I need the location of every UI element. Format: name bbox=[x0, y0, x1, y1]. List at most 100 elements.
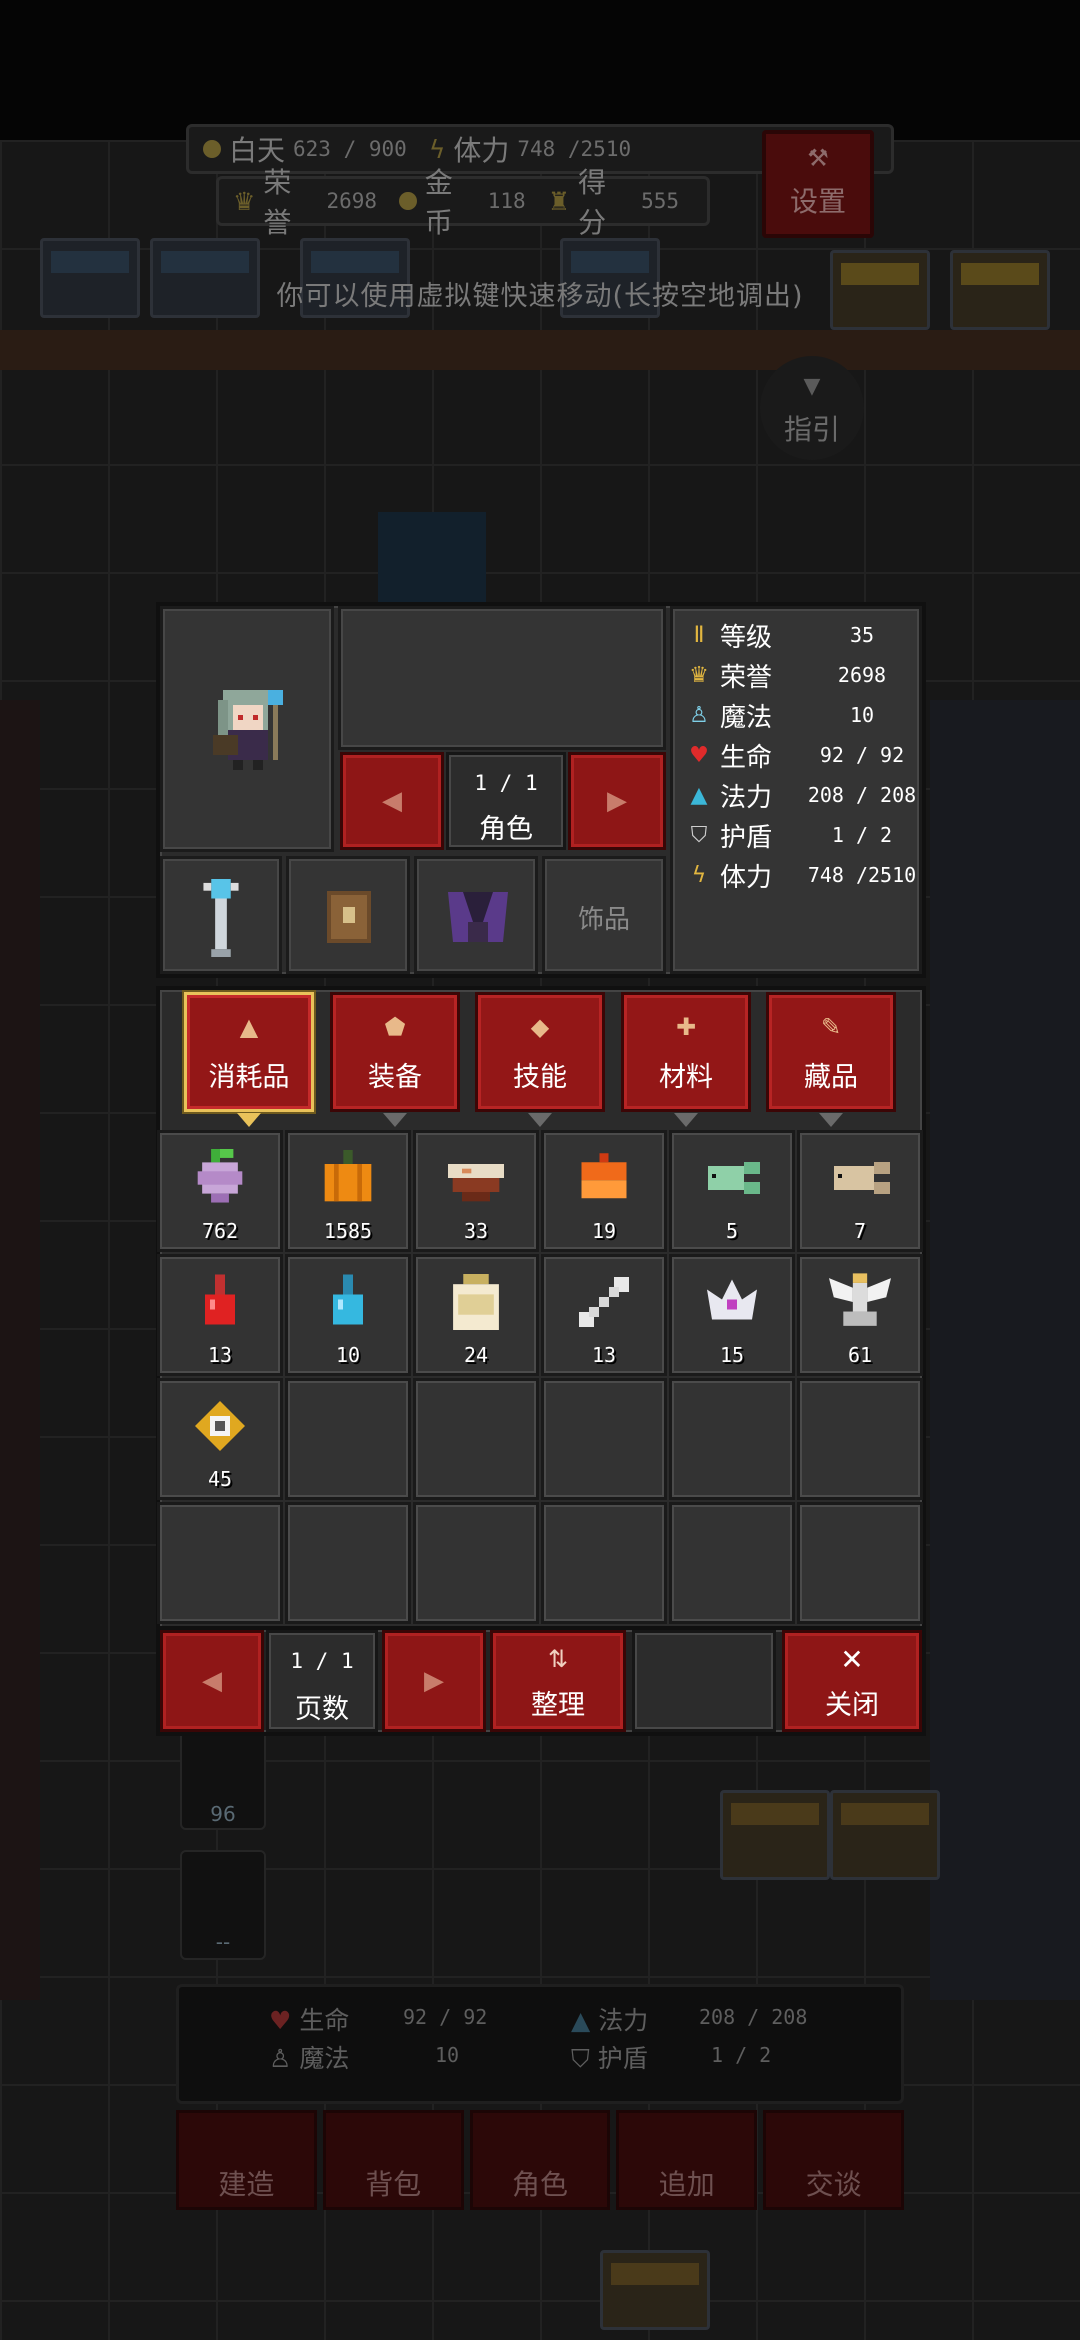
building bbox=[830, 1790, 940, 1880]
tab-materials[interactable]: ✚ 材料 bbox=[621, 992, 751, 1127]
inventory-slot-soup[interactable]: 33 bbox=[413, 1130, 539, 1252]
nav-talk[interactable]: 交谈 bbox=[763, 2110, 904, 2210]
diamond-icon: ◆ bbox=[530, 1013, 550, 1041]
tab-equipment[interactable]: ⬟ 装备 bbox=[330, 992, 460, 1127]
angel-statue-icon bbox=[829, 1273, 891, 1326]
item-count: 762 bbox=[201, 1219, 239, 1243]
shield-label: 护盾 bbox=[597, 2044, 648, 2073]
book-icon bbox=[327, 891, 371, 943]
mp-value: 208 / 208 bbox=[699, 2005, 808, 2029]
inventory-slot-crown-gem[interactable]: 15 bbox=[669, 1254, 795, 1376]
equip-slot-book[interactable] bbox=[286, 856, 410, 974]
inventory-slot-blue-potion[interactable]: 10 bbox=[285, 1254, 411, 1376]
crown-icon: ♛ bbox=[689, 662, 709, 688]
arrow-left-icon: ◀ bbox=[382, 786, 402, 816]
red-potion-icon bbox=[205, 1274, 235, 1325]
nav-extra[interactable]: 追加 bbox=[616, 2110, 758, 2210]
building bbox=[720, 1790, 830, 1880]
inventory-slot-empty[interactable] bbox=[541, 1378, 667, 1500]
character-prev-button[interactable]: ◀ bbox=[340, 752, 444, 850]
mp-label: 法力 bbox=[598, 2006, 649, 2035]
settings-label: 设置 bbox=[789, 185, 846, 218]
item-count: 1585 bbox=[323, 1219, 373, 1243]
gold-compass-icon bbox=[195, 1401, 245, 1451]
nav-build[interactable]: 建造 bbox=[176, 2110, 317, 2210]
side-badge-1: 96 bbox=[180, 1730, 266, 1830]
daytime-value: 623 / 900 bbox=[293, 137, 407, 161]
tab-collection[interactable]: ✎ 藏品 bbox=[766, 992, 896, 1127]
inventory-slot-milk-jar[interactable]: 24 bbox=[413, 1254, 539, 1376]
bottom-status-panel: ♥ 生命 92 / 92 ▲ 法力 208 / 208 ♙ 魔法 10 ⛉ 护盾… bbox=[176, 1984, 904, 2104]
tab-skills[interactable]: ◆ 技能 bbox=[475, 992, 605, 1127]
inventory-slot-bone[interactable]: 13 bbox=[541, 1254, 667, 1376]
empty-footer-slot bbox=[632, 1630, 776, 1732]
stat-mp: ▲ 法力 208 / 208 bbox=[684, 776, 917, 814]
equip-slot-accessory[interactable]: 饰品 bbox=[542, 856, 666, 974]
crown-icon: ♛ bbox=[233, 186, 256, 216]
page-prev-button[interactable]: ◀ bbox=[160, 1630, 264, 1732]
tab-collection-label: 藏品 bbox=[804, 1062, 858, 1093]
crown-gem-icon bbox=[707, 1279, 757, 1320]
stamina-value: 748 /2510 bbox=[517, 137, 632, 161]
cake-icon bbox=[581, 1153, 627, 1199]
inventory-slot-turnip[interactable]: 762 bbox=[157, 1130, 283, 1252]
item-count: 61 bbox=[847, 1343, 873, 1367]
inventory-slot-empty[interactable] bbox=[413, 1378, 539, 1500]
gold-value: 118 bbox=[487, 189, 526, 213]
character-next-button[interactable]: ▶ bbox=[568, 752, 666, 850]
character-page-label: 角色 bbox=[479, 814, 533, 845]
lightning-icon: ϟ bbox=[428, 134, 446, 164]
stat-shield-label: 护盾 bbox=[720, 822, 773, 853]
nav-character[interactable]: 角色 bbox=[469, 2110, 611, 2210]
tab-consumables[interactable]: ▲ 消耗品 bbox=[184, 992, 314, 1127]
magic-icon: ♙ bbox=[689, 702, 709, 728]
stat-honor-label: 荣誉 bbox=[720, 662, 773, 693]
magic-label: 魔法 bbox=[299, 2044, 350, 2073]
inventory-slot-empty[interactable] bbox=[285, 1502, 411, 1624]
page-number: 1 / 1 bbox=[290, 1649, 354, 1673]
inventory-slot-cake[interactable]: 19 bbox=[541, 1130, 667, 1252]
close-button[interactable]: ✕ 关闭 bbox=[782, 1630, 922, 1732]
equip-slot-armor[interactable] bbox=[414, 856, 538, 974]
inventory-slot-green-fish[interactable]: 5 bbox=[669, 1130, 795, 1252]
stat-mp-label: 法力 bbox=[720, 782, 773, 813]
guide-button[interactable]: 指引 bbox=[760, 356, 864, 460]
equip-slot-weapon[interactable] bbox=[160, 856, 282, 974]
inventory-slot-empty[interactable] bbox=[797, 1378, 923, 1500]
soup-bowl-icon bbox=[448, 1164, 504, 1202]
item-count: 13 bbox=[591, 1343, 617, 1367]
stat-mp-value: 208 / 208 bbox=[807, 783, 917, 807]
stat-hp-label: 生命 bbox=[720, 742, 773, 773]
hp-label: 生命 bbox=[299, 2006, 350, 2035]
tab-skills-label: 技能 bbox=[513, 1062, 567, 1093]
stat-hp-value: 92 / 92 bbox=[819, 743, 905, 767]
nav-backpack[interactable]: 背包 bbox=[322, 2110, 464, 2210]
inventory-slot-brown-fish[interactable]: 7 bbox=[797, 1130, 923, 1252]
inventory-slot-empty[interactable] bbox=[413, 1502, 539, 1624]
inventory-slot-pumpkin[interactable]: 1585 bbox=[285, 1130, 411, 1252]
settings-button[interactable]: ⚒ 设置 bbox=[762, 130, 874, 238]
inventory-slot-red-potion[interactable]: 13 bbox=[157, 1254, 283, 1376]
page-next-button[interactable]: ▶ bbox=[382, 1630, 486, 1732]
score-value: 555 bbox=[641, 189, 680, 213]
cloak-icon bbox=[448, 892, 508, 942]
stat-stamina-label: 体力 bbox=[720, 862, 773, 893]
stat-magic-value: 10 bbox=[849, 703, 875, 727]
inventory-slot-angel-statue[interactable]: 61 bbox=[797, 1254, 923, 1376]
inventory-slot-empty[interactable] bbox=[285, 1378, 411, 1500]
shield-value: 1 / 2 bbox=[711, 2043, 772, 2067]
inventory-slot-empty[interactable] bbox=[669, 1502, 795, 1624]
inventory-slot-empty[interactable] bbox=[541, 1502, 667, 1624]
inventory-slot-empty[interactable] bbox=[669, 1378, 795, 1500]
arrow-right-icon: ▶ bbox=[424, 1666, 444, 1696]
inventory-slot-empty[interactable] bbox=[157, 1502, 283, 1624]
arrow-right-icon: ▶ bbox=[607, 786, 627, 816]
cross-icon: ✚ bbox=[675, 1013, 697, 1041]
level-icon: Ⅱ bbox=[693, 622, 705, 648]
inventory-slot-empty[interactable] bbox=[797, 1502, 923, 1624]
side-badge-2: -- bbox=[180, 1850, 266, 1960]
sort-button[interactable]: ⇅ 整理 bbox=[490, 1630, 626, 1732]
armor-icon: ⬟ bbox=[384, 1013, 406, 1041]
inventory-slot-gold-compass[interactable]: 45 bbox=[157, 1378, 283, 1500]
green-fish-icon bbox=[708, 1162, 760, 1194]
